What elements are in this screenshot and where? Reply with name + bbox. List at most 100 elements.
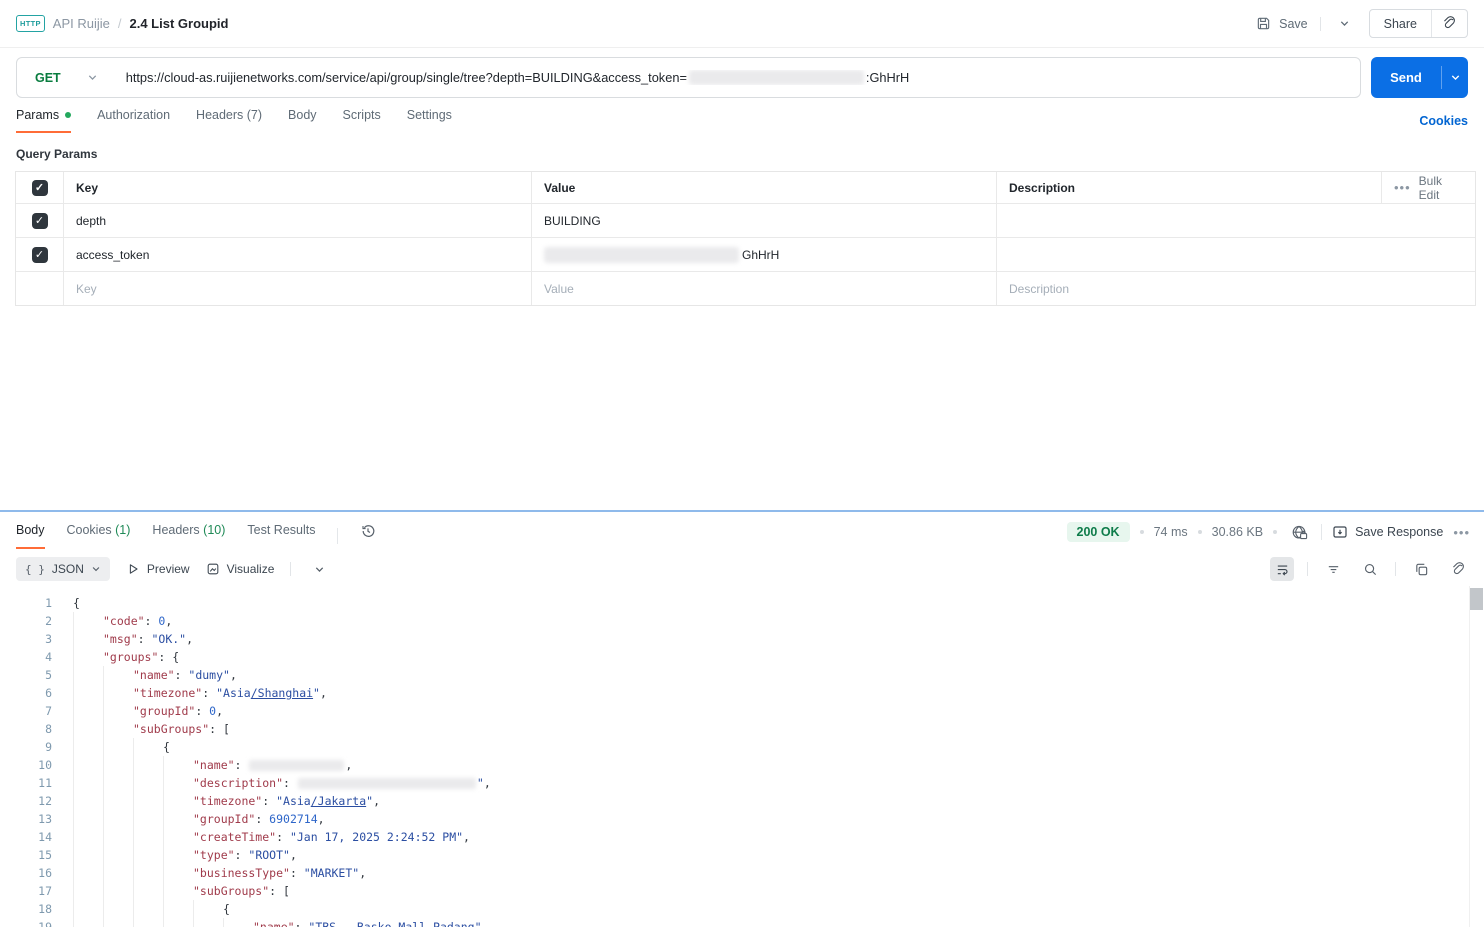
param-key-cell[interactable]: access_token [63, 238, 531, 271]
send-button[interactable]: Send [1371, 57, 1468, 98]
cookies-link[interactable]: Cookies [1419, 114, 1468, 128]
json-token: , [320, 686, 327, 700]
json-token: : [175, 668, 189, 682]
json-token: /Jakarta [311, 794, 366, 808]
response-time[interactable]: 74 ms [1154, 525, 1188, 539]
copy-link-icon[interactable] [1432, 10, 1467, 37]
param-description-cell[interactable] [996, 238, 1381, 271]
save-button[interactable]: Save [1256, 16, 1308, 31]
preview-button[interactable]: Preview [126, 562, 190, 576]
code-text: "businessType": "MARKET", [193, 864, 366, 882]
checkbox-cell: ✓ [16, 204, 63, 237]
tab-headers-7-[interactable]: Headers (7) [196, 108, 262, 133]
visualize-label: Visualize [227, 562, 275, 576]
braces-icon: { } [25, 563, 45, 576]
tab-params[interactable]: Params [16, 108, 71, 133]
save-options-chevron[interactable] [1333, 12, 1357, 36]
code-line: 5 "name": "dumy", [0, 666, 1484, 684]
tab-count: (1) [115, 523, 130, 537]
tab-settings[interactable]: Settings [407, 108, 452, 133]
header-actions: Save Share [1256, 9, 1468, 38]
code-line: 3"msg": "OK.", [0, 630, 1484, 648]
indent-guides [73, 756, 193, 774]
link-icon[interactable] [1446, 557, 1470, 581]
row-checkbox[interactable]: ✓ [32, 213, 48, 229]
param-description-cell[interactable] [996, 204, 1381, 237]
response-tab-headers[interactable]: Headers (10) [152, 523, 225, 549]
breadcrumb-request-name[interactable]: 2.4 List Groupid [129, 16, 228, 31]
json-token: , [345, 758, 352, 772]
json-token: "groupId" [133, 704, 195, 718]
row-checkbox[interactable]: ✓ [32, 247, 48, 263]
bulk-edit-button[interactable]: ••• Bulk Edit [1381, 172, 1475, 203]
tab-authorization[interactable]: Authorization [97, 108, 170, 133]
code-text: "groupId": 0, [133, 702, 223, 720]
param-value-cell[interactable]: BUILDING [531, 204, 996, 237]
select-all-checkbox[interactable]: ✓ [32, 180, 48, 196]
wrap-text-icon[interactable] [1270, 557, 1294, 581]
redacted-token [689, 70, 864, 85]
json-token: "groups" [103, 650, 158, 664]
json-token: : [202, 686, 216, 700]
response-size[interactable]: 30.86 KB [1212, 525, 1263, 539]
send-options-chevron[interactable] [1442, 57, 1468, 98]
column-header-value: Value [531, 172, 996, 203]
line-number: 10 [0, 756, 52, 774]
tab-scripts[interactable]: Scripts [343, 108, 381, 133]
share-button[interactable]: Share [1370, 11, 1431, 37]
json-token: { [223, 902, 230, 916]
param-key-cell[interactable]: depth [63, 204, 531, 237]
visualize-button[interactable]: Visualize [206, 562, 275, 576]
code-lines: 1{2"code": 0,3"msg": "OK.",4"groups": {5… [0, 594, 1484, 927]
line-number: 5 [0, 666, 52, 684]
line-number: 3 [0, 630, 52, 648]
scrollbar-thumb[interactable] [1470, 588, 1483, 610]
search-icon[interactable] [1358, 557, 1382, 581]
response-tab-cookies[interactable]: Cookies (1) [67, 523, 131, 549]
indent-guides [73, 666, 133, 684]
copy-icon[interactable] [1409, 557, 1433, 581]
url-input[interactable]: https://cloud-as.ruijienetworks.com/serv… [112, 70, 910, 85]
code-text: "groups": { [103, 648, 179, 666]
network-info-icon[interactable] [1287, 520, 1311, 544]
breadcrumb-collection[interactable]: API Ruijie [53, 16, 110, 31]
code-line: 1{ [0, 594, 1484, 612]
viewer-more-chevron[interactable] [307, 557, 331, 581]
code-line: 13"groupId": 6902714, [0, 810, 1484, 828]
row-actions-cell [1381, 204, 1475, 237]
param-key-input[interactable]: Key [63, 272, 531, 305]
code-line: 16"businessType": "MARKET", [0, 864, 1484, 882]
scrollbar[interactable] [1470, 588, 1483, 927]
indent-guides [73, 738, 163, 756]
filter-icon[interactable] [1321, 557, 1345, 581]
response-tab-body[interactable]: Body [16, 523, 45, 549]
json-token: { [73, 596, 80, 610]
table-body: ✓ depthBUILDING ✓ access_tokenGhHrHKeyValue… [16, 204, 1475, 305]
indent-guides [73, 792, 193, 810]
history-icon[interactable] [360, 523, 376, 549]
response-tab-test-results[interactable]: Test Results [247, 523, 315, 549]
unsaved-dot [65, 112, 71, 118]
json-token: "name" [253, 920, 295, 927]
save-response-button[interactable]: Save Response [1332, 524, 1443, 540]
response-more-icon[interactable]: ••• [1453, 525, 1470, 540]
request-pane: HTTP API Ruijie / 2.4 List Groupid Save [0, 0, 1484, 510]
indent-guides [73, 810, 193, 828]
tab-body[interactable]: Body [288, 108, 317, 133]
code-line: 12"timezone": "Asia/Jakarta", [0, 792, 1484, 810]
code-text: "name": "dumy", [133, 666, 237, 684]
response-tabs: Body Cookies (1) Headers (10) Test Results [16, 523, 376, 549]
divider [1321, 524, 1322, 540]
param-val-input[interactable]: Value [531, 272, 996, 305]
param-desc-input[interactable]: Description [996, 272, 1381, 305]
param-value-cell[interactable]: GhHrH [531, 238, 996, 271]
method-selector[interactable]: GET [17, 71, 112, 85]
json-token: , [230, 668, 237, 682]
request-header: HTTP API Ruijie / 2.4 List Groupid Save [0, 0, 1484, 48]
json-token: : [269, 884, 283, 898]
line-number: 8 [0, 720, 52, 738]
response-body-viewer[interactable]: 1{2"code": 0,3"msg": "OK.",4"groups": {5… [0, 586, 1484, 927]
viewer-left-controls: { } JSON Preview Visualize [16, 557, 331, 581]
status-badge[interactable]: 200 OK [1067, 522, 1130, 542]
format-dropdown[interactable]: { } JSON [16, 557, 110, 581]
